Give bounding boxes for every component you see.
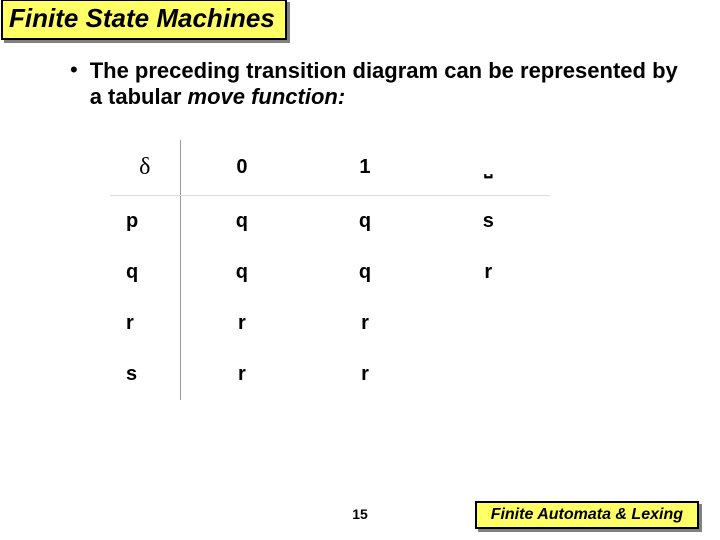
table-row: s r r bbox=[110, 349, 550, 400]
cell: r bbox=[180, 349, 303, 400]
bullet-text-italic: move function: bbox=[188, 84, 346, 109]
cell: r bbox=[303, 349, 426, 400]
bullet-text: The preceding transition diagram can be … bbox=[90, 58, 680, 110]
slide-title: Finite State Machines bbox=[1, 0, 287, 40]
row-state-s: s bbox=[110, 349, 180, 400]
cell bbox=[427, 298, 550, 349]
col-header-1: 1 bbox=[303, 140, 426, 196]
bullet-marker: • bbox=[70, 58, 78, 82]
table-header-row: δ 0 1 ⎵ bbox=[110, 140, 550, 196]
cell: s bbox=[427, 196, 550, 248]
cell: r bbox=[303, 298, 426, 349]
cell: r bbox=[427, 247, 550, 298]
cell: q bbox=[180, 196, 303, 248]
cell bbox=[427, 349, 550, 400]
cell: q bbox=[180, 247, 303, 298]
cell: q bbox=[303, 247, 426, 298]
col-header-0: 0 bbox=[180, 140, 303, 196]
table-row: p q q s bbox=[110, 196, 550, 248]
row-state-r: r bbox=[110, 298, 180, 349]
row-state-q: q bbox=[110, 247, 180, 298]
bullet-item: • The preceding transition diagram can b… bbox=[70, 58, 680, 110]
cell: r bbox=[180, 298, 303, 349]
move-function-table: δ 0 1 ⎵ p q q s q q q r r r r s r r bbox=[110, 140, 550, 400]
col-header-delta: δ bbox=[110, 140, 180, 196]
table-row: q q q r bbox=[110, 247, 550, 298]
footer-box: Finite Automata & Lexing bbox=[478, 504, 702, 532]
bullet-text-plain: The preceding transition diagram can be … bbox=[90, 58, 678, 109]
table-row: r r r bbox=[110, 298, 550, 349]
col-header-blank: ⎵ bbox=[427, 140, 550, 196]
cell: q bbox=[303, 196, 426, 248]
row-state-p: p bbox=[110, 196, 180, 248]
footer-label: Finite Automata & Lexing bbox=[475, 501, 699, 529]
title-box: Finite State Machines bbox=[4, 2, 290, 43]
